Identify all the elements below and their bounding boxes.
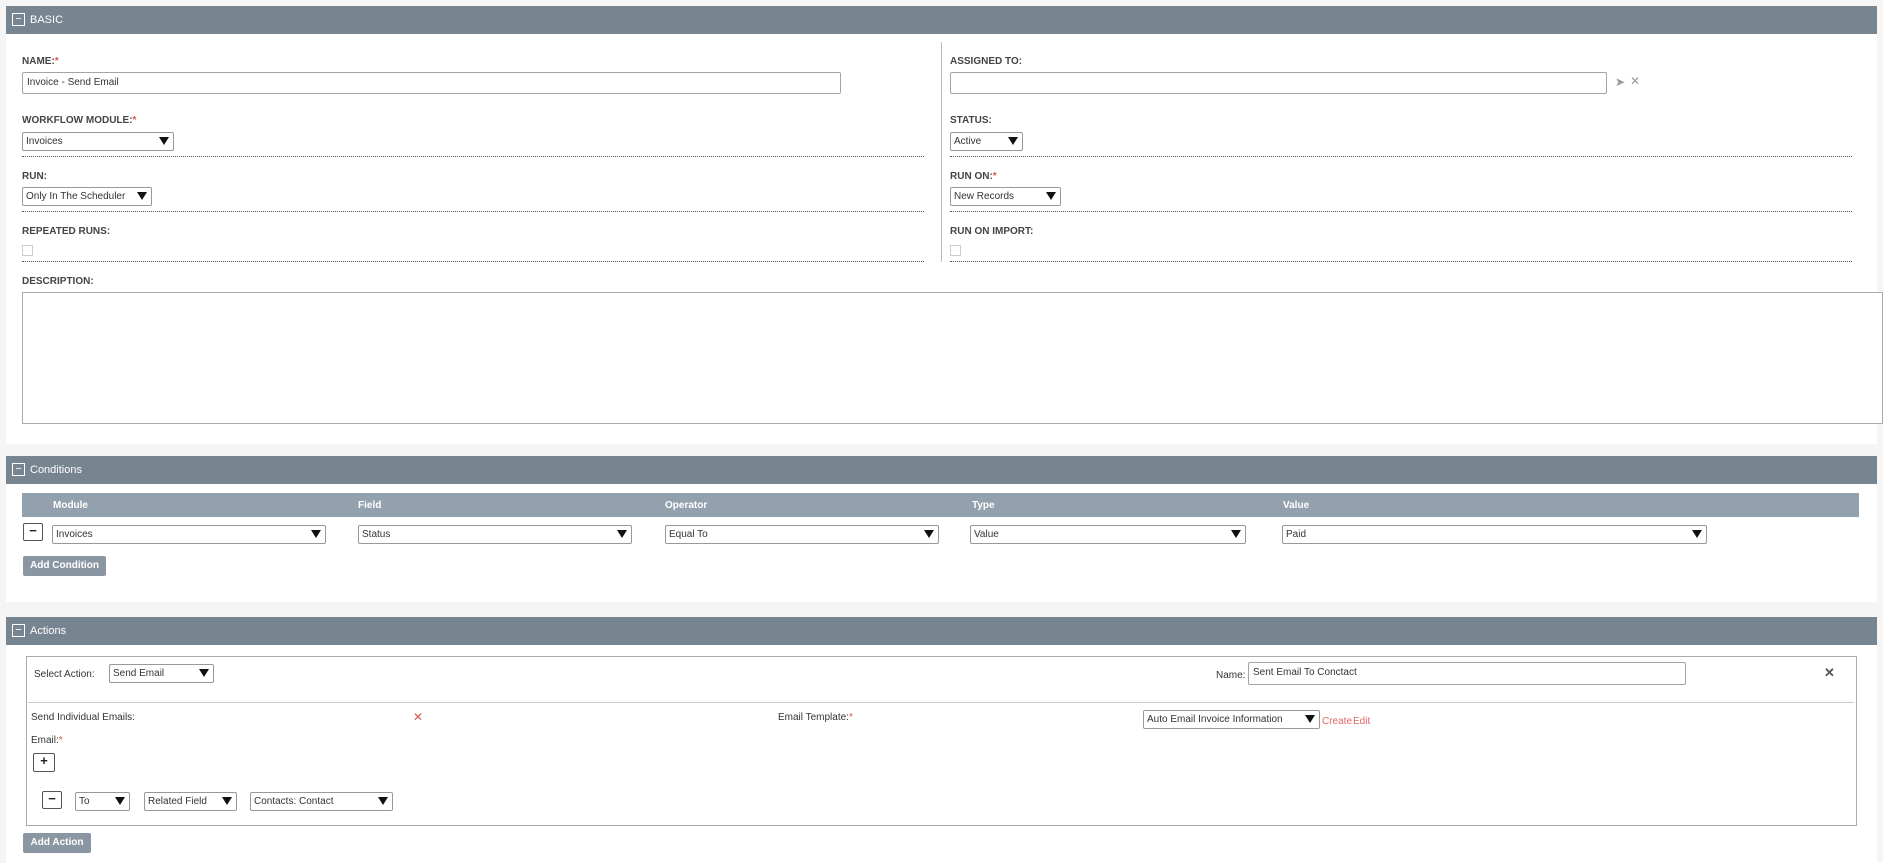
- basic-panel-header[interactable]: − BASIC: [6, 6, 1877, 34]
- chevron-down-icon: [222, 797, 232, 805]
- run-on-import-checkbox[interactable]: [950, 245, 961, 256]
- remove-condition-button[interactable]: −: [23, 523, 43, 541]
- divider: [950, 261, 1852, 262]
- recipient-field-value: Contacts: Contact: [254, 796, 334, 807]
- email-template-select[interactable]: Auto Email Invoice Information: [1143, 710, 1320, 729]
- repeated-runs-checkbox[interactable]: [22, 245, 33, 256]
- status-value: Active: [954, 136, 982, 147]
- run-select[interactable]: Only In The Scheduler: [22, 187, 152, 206]
- add-email-button[interactable]: +: [33, 753, 55, 772]
- basic-panel-title: BASIC: [30, 14, 64, 26]
- column-type: Type: [972, 500, 995, 511]
- condition-type-value: Value: [974, 529, 999, 540]
- divider: [950, 156, 1852, 157]
- chevron-down-icon: [115, 797, 125, 805]
- run-on-label: RUN ON:*: [950, 171, 997, 182]
- description-label: DESCRIPTION:: [22, 276, 94, 287]
- recipient-type-select[interactable]: To: [75, 792, 130, 811]
- name-label: NAME:*: [22, 56, 59, 67]
- condition-value-select[interactable]: Paid: [1282, 525, 1707, 544]
- chevron-down-icon: [311, 530, 321, 538]
- divider: [22, 156, 924, 157]
- run-label: RUN:: [22, 171, 47, 182]
- create-template-link[interactable]: Create: [1322, 716, 1352, 727]
- chevron-down-icon: [199, 669, 209, 677]
- run-on-select[interactable]: New Records: [950, 187, 1061, 206]
- description-textarea[interactable]: [22, 292, 1883, 424]
- condition-module-value: Invoices: [56, 529, 93, 540]
- divider: [22, 261, 924, 262]
- collapse-conditions-icon[interactable]: −: [12, 463, 25, 476]
- clear-icon[interactable]: ✕: [1630, 74, 1640, 88]
- send-individual-disabled-icon[interactable]: ✕: [413, 710, 423, 724]
- condition-value-value: Paid: [1286, 529, 1307, 540]
- run-on-import-label: RUN ON IMPORT:: [950, 226, 1034, 237]
- chevron-down-icon: [1046, 192, 1056, 200]
- chevron-down-icon: [1305, 715, 1315, 723]
- workflow-module-select[interactable]: Invoices: [22, 132, 174, 151]
- conditions-panel-title: Conditions: [30, 464, 82, 476]
- collapse-basic-icon[interactable]: −: [12, 13, 25, 26]
- action-name-label: Name:: [1216, 670, 1246, 681]
- collapse-actions-icon[interactable]: −: [12, 624, 25, 637]
- select-arrow-icon[interactable]: ➤: [1615, 75, 1625, 89]
- select-action-value: Send Email: [113, 668, 165, 679]
- chevron-down-icon: [1231, 530, 1241, 538]
- remove-action-icon[interactable]: ✕: [1824, 665, 1835, 681]
- email-template-value: Auto Email Invoice Information: [1147, 714, 1283, 725]
- chevron-down-icon: [1692, 530, 1702, 538]
- name-input[interactable]: Invoice - Send Email: [22, 72, 841, 94]
- repeated-runs-label: REPEATED RUNS:: [22, 226, 111, 237]
- select-action-label: Select Action:: [34, 669, 95, 680]
- workflow-module-value: Invoices: [26, 136, 63, 147]
- run-value: Only In The Scheduler: [26, 191, 126, 202]
- condition-type-select[interactable]: Value: [970, 525, 1246, 544]
- email-label: Email:*: [31, 735, 63, 746]
- recipient-source-value: Related Field: [148, 796, 207, 807]
- send-individual-label: Send Individual Emails:: [31, 712, 135, 723]
- divider: [22, 211, 924, 212]
- workflow-module-label: WORKFLOW MODULE:*: [22, 115, 137, 126]
- select-action-select[interactable]: Send Email: [109, 664, 214, 683]
- column-divider: [941, 42, 942, 262]
- column-field: Field: [358, 500, 382, 511]
- add-condition-button[interactable]: Add Condition: [23, 556, 106, 576]
- chevron-down-icon: [378, 797, 388, 805]
- chevron-down-icon: [1008, 137, 1018, 145]
- condition-module-select[interactable]: Invoices: [52, 525, 326, 544]
- remove-email-button[interactable]: −: [42, 791, 62, 809]
- assigned-to-label: ASSIGNED TO:: [950, 56, 1023, 67]
- action-divider: [28, 702, 1854, 703]
- column-module: Module: [53, 500, 88, 511]
- email-template-label: Email Template:*: [778, 712, 853, 723]
- divider: [950, 211, 1852, 212]
- run-on-value: New Records: [954, 191, 1015, 202]
- chevron-down-icon: [617, 530, 627, 538]
- column-operator: Operator: [665, 500, 708, 511]
- condition-field-value: Status: [362, 529, 391, 540]
- actions-panel-title: Actions: [30, 625, 67, 637]
- chevron-down-icon: [137, 192, 147, 200]
- actions-panel-header[interactable]: − Actions: [6, 617, 1877, 645]
- conditions-table-header: Module Field Operator Type Value: [22, 493, 1859, 517]
- add-action-button[interactable]: Add Action: [23, 833, 91, 853]
- status-label: STATUS:: [950, 115, 992, 126]
- recipient-source-select[interactable]: Related Field: [144, 792, 237, 811]
- assigned-to-input[interactable]: [950, 72, 1607, 94]
- condition-operator-select[interactable]: Equal To: [665, 525, 939, 544]
- action-name-input[interactable]: Sent Email To Conctact: [1248, 662, 1686, 685]
- chevron-down-icon: [159, 137, 169, 145]
- condition-field-select[interactable]: Status: [358, 525, 632, 544]
- status-select[interactable]: Active: [950, 132, 1023, 151]
- chevron-down-icon: [924, 530, 934, 538]
- recipient-field-select[interactable]: Contacts: Contact: [250, 792, 393, 811]
- column-value: Value: [1283, 500, 1310, 511]
- recipient-type-value: To: [79, 796, 90, 807]
- edit-template-link[interactable]: Edit: [1353, 716, 1370, 727]
- conditions-panel-header[interactable]: − Conditions: [6, 456, 1877, 484]
- condition-operator-value: Equal To: [669, 529, 708, 540]
